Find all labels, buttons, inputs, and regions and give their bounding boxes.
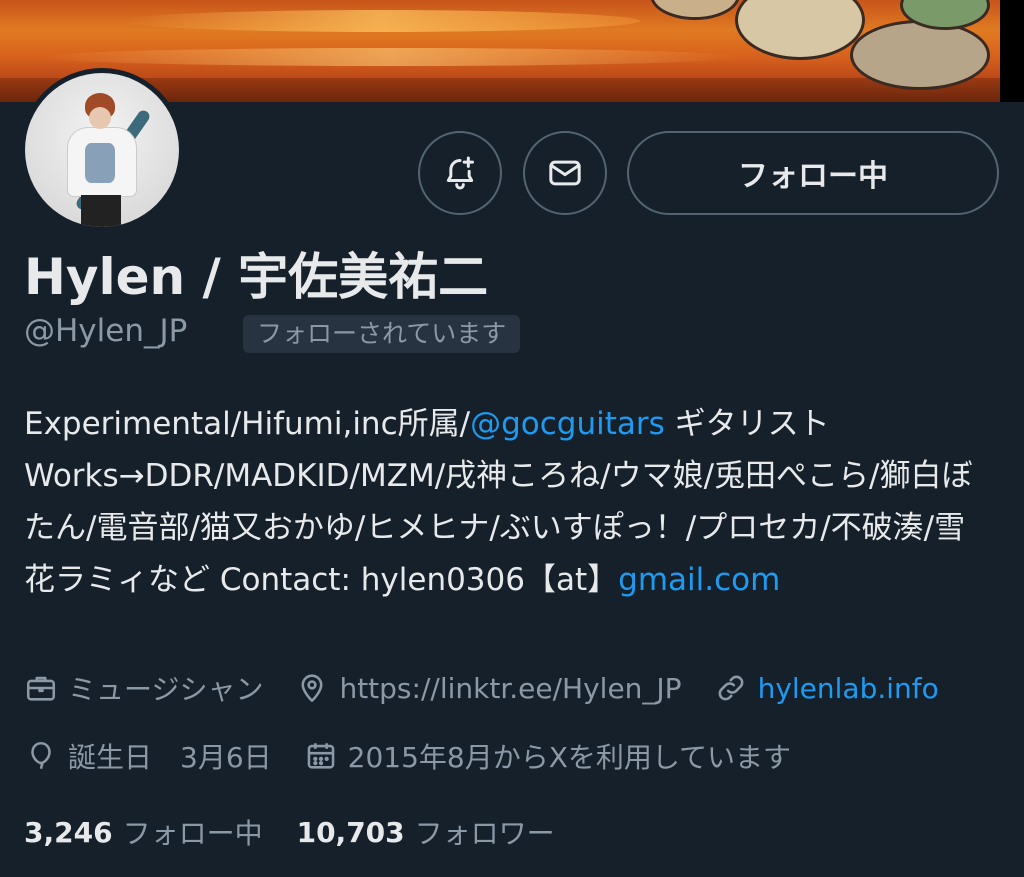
follows-you-badge: フォローされています xyxy=(243,315,521,353)
map-pin-icon xyxy=(301,674,323,703)
profile-joined: 2015年8月からXを利用しています xyxy=(304,736,791,776)
banner-cloud xyxy=(120,10,640,32)
followers-count[interactable]: 10,703 xyxy=(297,816,405,849)
birthday-text: 誕生日 3月6日 xyxy=(68,741,272,774)
balloon-icon xyxy=(31,741,51,770)
user-handle: @Hylen_JP xyxy=(24,313,188,349)
avatar[interactable] xyxy=(20,68,184,232)
profile-birthday: 誕生日 3月6日 xyxy=(24,736,272,776)
profile-category: ミュージシャン xyxy=(24,668,263,708)
following-label[interactable]: フォロー中 xyxy=(123,812,263,852)
joined-text: 2015年8月からXを利用しています xyxy=(347,741,792,774)
profile-website[interactable]: hylenlab.info xyxy=(714,671,939,705)
following-count[interactable]: 3,246 xyxy=(24,816,113,849)
link-icon xyxy=(718,675,743,701)
category-label: ミュージシャン xyxy=(68,673,264,706)
briefcase-icon xyxy=(26,676,56,701)
location-text: https://linktr.ee/Hylen_JP xyxy=(339,671,682,705)
calendar-icon xyxy=(307,743,334,769)
envelope-icon xyxy=(549,160,581,186)
website-link[interactable]: hylenlab.info xyxy=(758,672,939,705)
message-button[interactable] xyxy=(523,131,607,215)
bell-plus-icon xyxy=(446,156,474,190)
banner-cloud xyxy=(40,48,740,66)
profile-location: https://linktr.ee/Hylen_JP xyxy=(295,671,682,705)
profile-bio: Experimental/Hifumi,inc所属/@gocguitars ギタ… xyxy=(24,398,994,606)
bio-mention-link[interactable]: @gocguitars xyxy=(470,406,665,442)
profile-meta-row: 誕生日 3月6日 2015年8月からXを利用しています xyxy=(24,736,823,776)
banner-rock xyxy=(850,20,990,90)
notifications-button[interactable] xyxy=(418,131,502,215)
display-name: Hylen / 宇佐美祐二 xyxy=(24,248,489,306)
banner-rock xyxy=(650,0,740,20)
bio-text: Experimental/Hifumi,inc所属/ xyxy=(24,406,471,442)
banner-edge xyxy=(1000,0,1024,102)
following-button[interactable]: フォロー中 xyxy=(627,131,999,215)
follow-stats: 3,246 フォロー中 10,703 フォロワー xyxy=(24,812,589,852)
bio-email-link[interactable]: gmail.com xyxy=(618,562,780,598)
profile-meta-row: ミュージシャン https://linktr.ee/Hylen_JP hylen… xyxy=(24,668,971,708)
followers-label[interactable]: フォロワー xyxy=(415,812,555,852)
avatar-photo xyxy=(25,73,179,227)
banner-rock xyxy=(735,0,865,60)
